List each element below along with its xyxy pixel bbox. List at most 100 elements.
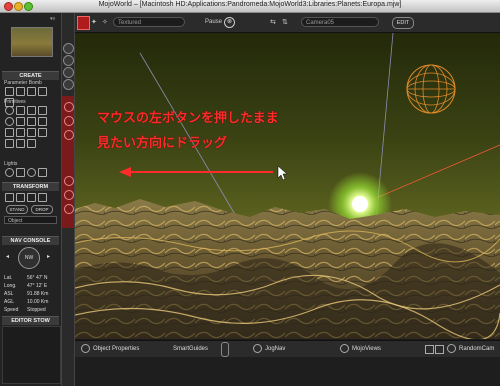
cylinder-icon[interactable] bbox=[38, 106, 47, 115]
fly-tool-icon[interactable]: ✧ bbox=[102, 18, 108, 26]
mojo-views-label: MojoViews bbox=[352, 346, 381, 353]
area-light-icon[interactable] bbox=[38, 168, 47, 177]
sun-tool-icon[interactable] bbox=[64, 116, 74, 126]
smart-guides-button[interactable]: SmartGuides bbox=[173, 344, 208, 354]
move-icon[interactable] bbox=[5, 193, 14, 202]
lat-label: Lat. bbox=[4, 275, 13, 281]
planet-thumbnail[interactable] bbox=[11, 27, 53, 57]
pan-tool-icon[interactable] bbox=[63, 43, 74, 54]
agl-label: AGL bbox=[4, 299, 15, 305]
pyramid-icon[interactable] bbox=[16, 117, 25, 126]
spot-light-icon[interactable] bbox=[16, 168, 25, 177]
pause-render-icon[interactable]: ⊗ bbox=[224, 17, 235, 28]
rotate-right-icon[interactable]: ▸ bbox=[47, 253, 50, 260]
sphere-icon[interactable] bbox=[5, 106, 14, 115]
compass-row: ◂ NW ▸ bbox=[4, 247, 57, 269]
cone-icon[interactable] bbox=[27, 106, 36, 115]
light-gizmo-sphere[interactable] bbox=[406, 64, 456, 114]
camera-dropdown-value: Camera05 bbox=[306, 20, 335, 26]
drop-button[interactable]: DROP bbox=[31, 205, 53, 214]
edit-camera-button[interactable]: EDIT bbox=[392, 17, 414, 29]
long-value: 47° 12' E bbox=[27, 283, 48, 289]
layers-tool-icon[interactable] bbox=[63, 79, 74, 90]
camera-prev-icon[interactable]: ⇆ bbox=[270, 18, 276, 26]
transform-section-header[interactable]: TRANSFORM bbox=[2, 182, 59, 191]
lights-icons bbox=[5, 168, 57, 177]
plane-icon[interactable] bbox=[27, 117, 36, 126]
parameter-bomb-label: Parameter Bomb bbox=[4, 80, 42, 86]
terrain-scene bbox=[75, 33, 500, 339]
layout-split-icon[interactable] bbox=[435, 345, 444, 354]
object-dropdown[interactable]: Object bbox=[4, 216, 57, 224]
scale-icon[interactable] bbox=[27, 193, 36, 202]
sun-light-icon[interactable] bbox=[27, 168, 36, 177]
wedge-icon[interactable] bbox=[27, 128, 36, 137]
object-properties-button[interactable]: Object Properties bbox=[81, 344, 139, 354]
lights-label: Lights bbox=[4, 161, 18, 167]
mojo-views-button[interactable]: MojoViews bbox=[340, 344, 381, 354]
rotate-icon[interactable] bbox=[16, 193, 25, 202]
moon-tool-icon[interactable] bbox=[64, 130, 74, 140]
cube-icon[interactable] bbox=[16, 106, 25, 115]
walk-tool-icon[interactable]: ✦ bbox=[91, 18, 97, 26]
camera-dropdown[interactable]: Camera05 bbox=[301, 17, 379, 27]
mouse-cursor-icon bbox=[277, 165, 288, 181]
bottom-area bbox=[75, 357, 500, 386]
compass-dial[interactable]: NW bbox=[18, 247, 40, 269]
spike-icon[interactable] bbox=[38, 128, 47, 137]
disc-icon[interactable] bbox=[38, 117, 47, 126]
grid-tool-icon[interactable] bbox=[63, 67, 74, 78]
smart-guides-toggle[interactable] bbox=[221, 342, 229, 357]
atmosphere-tool-icon[interactable] bbox=[64, 204, 74, 214]
drag-arrow-head bbox=[119, 167, 131, 177]
panel-options-icon[interactable]: ▾≡ bbox=[50, 16, 55, 22]
agl-value: 10.00 Km bbox=[27, 299, 49, 305]
terrain-tool-icon[interactable] bbox=[64, 102, 74, 112]
editor-stow-header[interactable]: EDITOR STOW bbox=[2, 316, 59, 325]
torus-icon[interactable] bbox=[5, 117, 14, 126]
globe-tool-icon[interactable] bbox=[63, 55, 74, 66]
object-properties-icon bbox=[81, 344, 90, 353]
rotate-left-icon[interactable]: ◂ bbox=[6, 253, 9, 260]
primitives-icons bbox=[5, 106, 57, 148]
bomb-icon[interactable] bbox=[5, 87, 14, 96]
shard-icon[interactable] bbox=[16, 139, 25, 148]
transform-icons bbox=[5, 193, 57, 202]
editor-stow-area[interactable] bbox=[2, 326, 61, 384]
stand-button[interactable]: STAND bbox=[6, 205, 28, 214]
top-toolbar: ✦ ✧ Textured Pause ⊗ ⇆ ⇅ Camera05 EDIT bbox=[75, 13, 500, 33]
tool-strip-active-group bbox=[62, 96, 74, 228]
tube-icon[interactable] bbox=[5, 128, 14, 137]
render-mode-dropdown[interactable]: Textured bbox=[113, 17, 185, 27]
layout-single-icon[interactable] bbox=[425, 345, 434, 354]
bomb-icon[interactable] bbox=[38, 87, 47, 96]
render-mode-value: Textured bbox=[118, 20, 142, 26]
sun[interactable] bbox=[352, 196, 368, 212]
random-cam-label: RandomCam bbox=[459, 346, 495, 353]
pause-label: Pause bbox=[205, 19, 223, 25]
bomb-icon[interactable] bbox=[16, 87, 25, 96]
speed-label: Speed bbox=[4, 307, 19, 313]
nav-console-header[interactable]: NAV CONSOLE bbox=[2, 236, 59, 245]
jog-nav-icon bbox=[253, 344, 262, 353]
random-cam-button[interactable]: RandomCam bbox=[447, 344, 494, 354]
bomb-icon[interactable] bbox=[27, 87, 36, 96]
3d-viewport[interactable]: マウスの左ボタンを押したまま 見たい方向にドラッグ bbox=[75, 33, 500, 339]
block-icon[interactable] bbox=[27, 139, 36, 148]
object-properties-label: Object Properties bbox=[93, 346, 140, 353]
window-title: MojoWorld – [Macintosh HD:Applications:P… bbox=[98, 1, 402, 8]
primitives-label: Primitives bbox=[4, 99, 26, 105]
title-bar: MojoWorld – [Macintosh HD:Applications:P… bbox=[0, 0, 500, 13]
create-section-header[interactable]: CREATE bbox=[2, 71, 59, 80]
camera-next-icon[interactable]: ⇅ bbox=[282, 18, 288, 26]
camera-tool-icon[interactable] bbox=[64, 176, 74, 186]
pointer-tool-icon[interactable] bbox=[77, 16, 90, 30]
ring-icon[interactable] bbox=[5, 139, 14, 148]
smart-guides-label: SmartGuides bbox=[173, 346, 209, 352]
axis-icon[interactable] bbox=[38, 193, 47, 202]
point-light-icon[interactable] bbox=[5, 168, 14, 177]
render-tool-icon[interactable] bbox=[64, 190, 74, 200]
asl-value: 91.88 Km bbox=[27, 291, 49, 297]
capsule-icon[interactable] bbox=[16, 128, 25, 137]
jog-nav-button[interactable]: JogNav bbox=[253, 344, 285, 354]
